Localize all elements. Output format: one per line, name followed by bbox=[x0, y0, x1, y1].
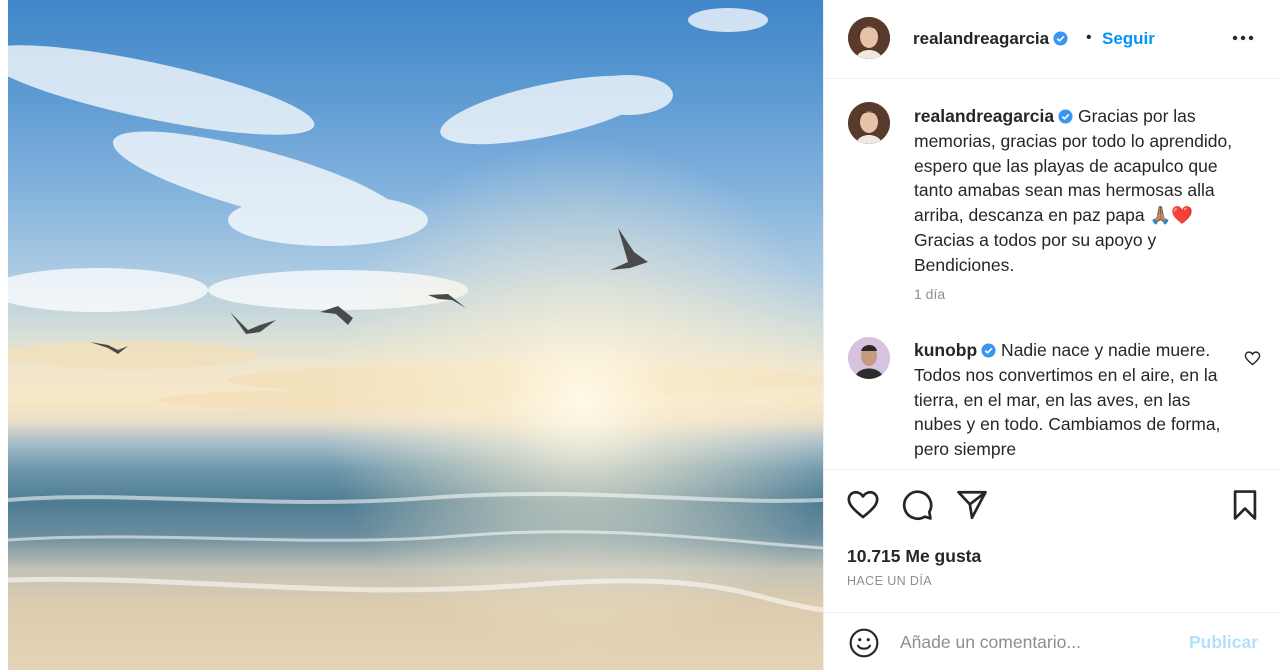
action-bar bbox=[824, 488, 1280, 528]
comments-list[interactable]: realandreagarcia Gracias por las memoria… bbox=[824, 80, 1280, 470]
paper-plane-icon[interactable] bbox=[955, 488, 989, 522]
publish-button[interactable]: Publicar bbox=[1189, 632, 1258, 653]
add-comment-bar: Publicar bbox=[824, 612, 1280, 670]
avatar[interactable] bbox=[848, 17, 890, 59]
comment-avatar[interactable] bbox=[848, 337, 890, 379]
caption-timestamp[interactable]: 1 día bbox=[914, 286, 945, 302]
caption-username[interactable]: realandreagarcia bbox=[914, 106, 1054, 126]
emoji-icon[interactable] bbox=[848, 627, 880, 659]
verified-badge-icon bbox=[981, 343, 996, 358]
post-header: realandreagarcia • Seguir bbox=[824, 0, 1280, 79]
comment-text: kunobp Nadie nace y nadie muere. Todos n… bbox=[914, 338, 1234, 462]
username[interactable]: realandreagarcia bbox=[913, 29, 1049, 48]
caption-text: realandreagarcia Gracias por las memoria… bbox=[914, 104, 1234, 278]
username-link[interactable]: realandreagarcia bbox=[913, 29, 1068, 49]
profile-photo bbox=[848, 102, 890, 144]
comment-username[interactable]: kunobp bbox=[914, 340, 977, 360]
heart-icon[interactable] bbox=[846, 488, 880, 522]
bookmark-icon[interactable] bbox=[1228, 488, 1262, 522]
follow-button[interactable]: Seguir bbox=[1102, 29, 1155, 49]
post-timestamp[interactable]: HACE UN DÍA bbox=[847, 574, 932, 588]
comment-heart-icon[interactable] bbox=[1244, 350, 1261, 367]
profile-photo bbox=[848, 337, 890, 379]
caption-body: Gracias por las memorias, gracias por to… bbox=[914, 106, 1233, 275]
post-side-panel: realandreagarcia • Seguir realandreagarc… bbox=[823, 0, 1280, 670]
comment-input[interactable] bbox=[900, 629, 1170, 655]
beach-sunset-image bbox=[8, 0, 823, 670]
separator-dot: • bbox=[1086, 29, 1092, 46]
more-options-icon[interactable] bbox=[1228, 26, 1258, 50]
comment-icon[interactable] bbox=[900, 488, 934, 522]
likes-count[interactable]: 10.715 Me gusta bbox=[847, 546, 981, 567]
post-image[interactable] bbox=[8, 0, 823, 670]
caption-avatar[interactable] bbox=[848, 102, 890, 144]
verified-badge-icon bbox=[1058, 109, 1073, 124]
verified-badge-icon bbox=[1053, 31, 1068, 46]
profile-photo bbox=[848, 17, 890, 59]
